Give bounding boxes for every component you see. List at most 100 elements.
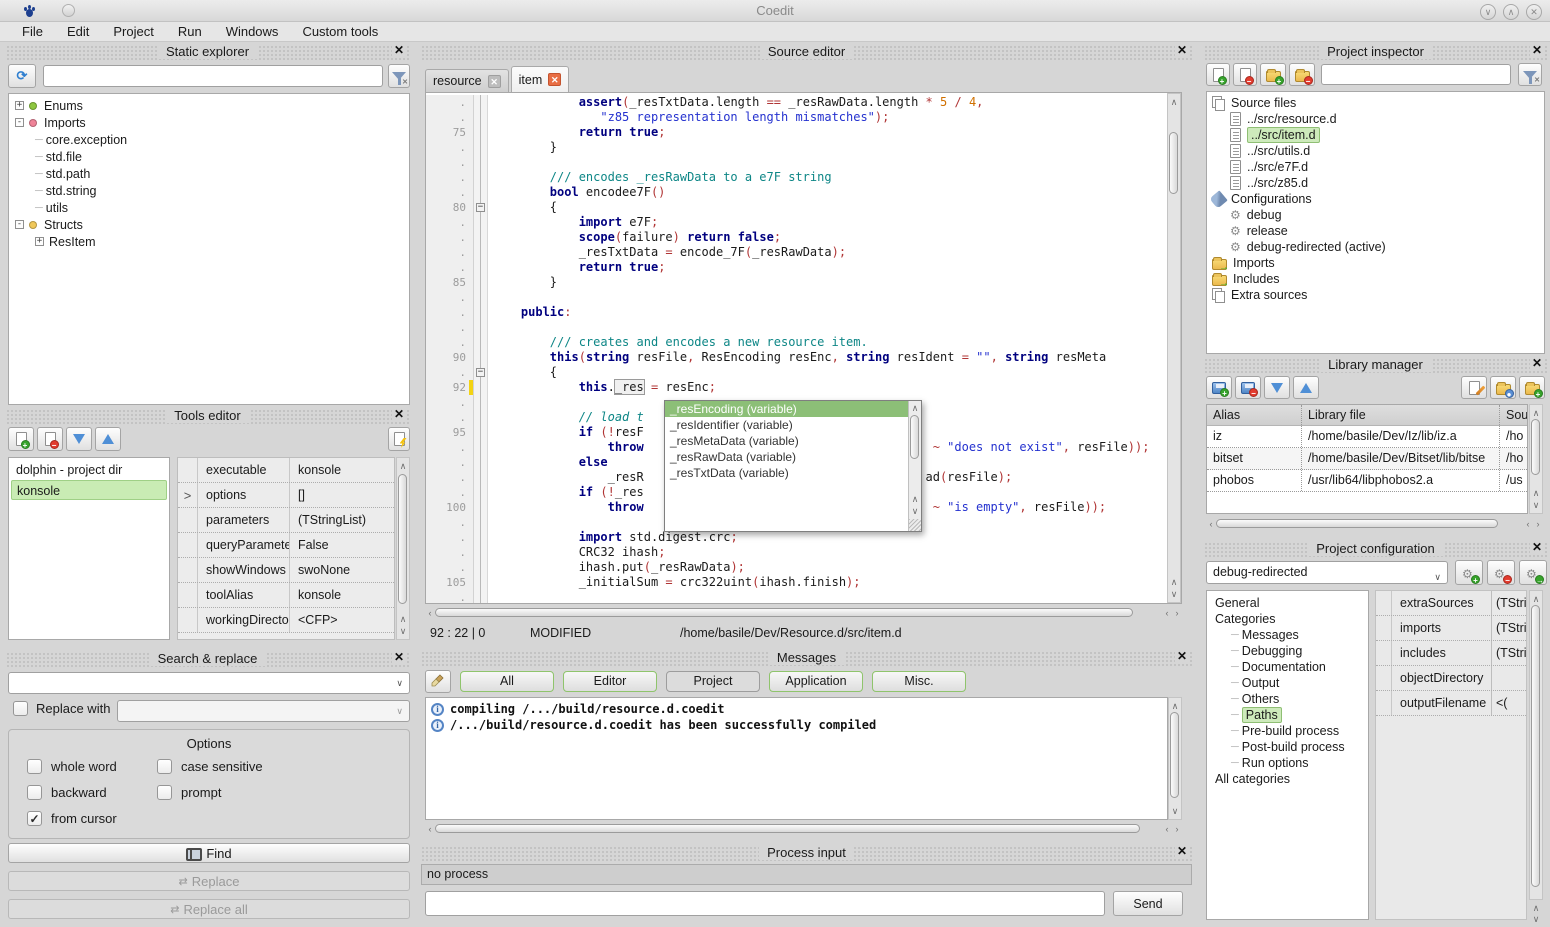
configuration-scroll-down[interactable]: ∨ [1529, 913, 1543, 925]
search-term-combo[interactable]: ∨ [8, 672, 410, 694]
project-tree-item[interactable]: ⚙debug [1207, 207, 1544, 223]
filter-button-project[interactable]: Project [666, 671, 760, 692]
close-panel-icon[interactable]: ✕ [1175, 43, 1189, 58]
replace-term-combo[interactable]: ∨ [117, 700, 410, 722]
code-line[interactable]: 80− { [426, 200, 1181, 215]
filter-button-editor[interactable]: Editor [563, 671, 657, 692]
menu-run[interactable]: Run [166, 22, 214, 42]
tool-property-row[interactable]: toolAliaskonsole [178, 583, 394, 608]
project-tree-item[interactable]: ../src/item.d [1207, 127, 1544, 143]
category-tree-item[interactable]: ─Debugging [1207, 643, 1368, 659]
column-header[interactable]: Sources [1500, 405, 1528, 425]
property-value[interactable]: (TStringList) [1492, 591, 1526, 615]
completion-item[interactable]: _resRawData (variable) [665, 449, 908, 465]
tool-property-row[interactable]: parameters(TStringList) [178, 508, 394, 533]
menu-project[interactable]: Project [101, 22, 165, 42]
property-expander[interactable]: > [178, 483, 198, 507]
option-case-sensitive[interactable]: case sensitive [157, 759, 263, 774]
code-line[interactable]: . [426, 590, 1181, 604]
property-value[interactable]: False [290, 533, 394, 557]
close-tab-icon[interactable]: ✕ [548, 73, 561, 86]
completion-item[interactable]: _resIdentifier (variable) [665, 417, 908, 433]
filter-button-all[interactable]: All [460, 671, 554, 692]
project-tree-item[interactable]: Source files [1207, 95, 1544, 111]
checkbox-unchecked[interactable] [27, 785, 42, 800]
code-line[interactable]: 75 return true; [426, 125, 1181, 140]
tree-item[interactable]: ─std.string [9, 182, 409, 199]
remove-source-button[interactable]: − [1233, 63, 1257, 86]
close-button[interactable]: ✕ [1526, 4, 1542, 20]
property-value[interactable]: [] [290, 483, 394, 507]
add-tool-button[interactable]: + [8, 427, 34, 451]
project-tree-item[interactable]: Extra sources [1207, 287, 1544, 303]
tools-grid-scrollbar[interactable]: ∧ ∧ ∨ [396, 457, 410, 640]
close-panel-icon[interactable]: ✕ [392, 43, 406, 58]
code-line[interactable]: . return true; [426, 260, 1181, 275]
refresh-button[interactable]: ⟳ [8, 64, 36, 88]
property-value[interactable]: (TStringList) [290, 508, 394, 532]
minimize-button[interactable]: ∨ [1480, 4, 1496, 20]
filter-button-application[interactable]: Application [769, 671, 863, 692]
process-input-field[interactable] [425, 891, 1105, 916]
code-line[interactable]: . /// encodes _resRawData to a e7F strin… [426, 170, 1181, 185]
project-tree-item[interactable]: →Imports [1207, 255, 1544, 271]
library-from-project-button[interactable]: ● [1490, 376, 1516, 399]
find-button[interactable]: Find [8, 843, 410, 863]
messages-vscrollbar[interactable]: ∧ ∨ [1168, 697, 1182, 820]
message-row[interactable]: icompiling /.../build/resource.d.coedit [426, 701, 1167, 717]
add-source-button[interactable]: + [1206, 63, 1230, 86]
fold-collapse-icon[interactable]: − [476, 368, 485, 377]
property-value[interactable]: (TStringList) [1492, 616, 1526, 640]
project-tree-item[interactable]: ⚙release [1207, 223, 1544, 239]
add-library-button[interactable]: + [1206, 376, 1232, 399]
tree-item[interactable]: +ResItem [9, 233, 409, 250]
code-line[interactable]: . _resTxtData = encode_7F(_resRawData); [426, 245, 1181, 260]
code-line[interactable]: 105 _initialSum = crc322uint(ihash.finis… [426, 575, 1181, 590]
code-line[interactable]: . [426, 155, 1181, 170]
category-tree-item[interactable]: ─Others [1207, 691, 1368, 707]
code-line[interactable]: . bool encodee7F() [426, 185, 1181, 200]
clear-filter-button[interactable]: ✕ [388, 64, 410, 88]
category-tree-item[interactable]: ─Documentation [1207, 659, 1368, 675]
project-tree-item[interactable]: ⚙debug-redirected (active) [1207, 239, 1544, 255]
tool-property-row[interactable]: executablekonsole [178, 458, 394, 483]
close-panel-icon[interactable]: ✕ [392, 650, 406, 665]
code-area[interactable]: . assert(_resTxtData.length == _resRawDa… [425, 92, 1182, 604]
category-tree-item[interactable]: ─Output [1207, 675, 1368, 691]
menu-windows[interactable]: Windows [214, 22, 291, 42]
category-tree-item[interactable]: ─Post-build process [1207, 739, 1368, 755]
close-panel-icon[interactable]: ✕ [392, 407, 406, 422]
remove-tool-button[interactable]: − [37, 427, 63, 451]
tree-item[interactable]: -Structs [9, 216, 409, 233]
project-tree-item[interactable]: ../src/utils.d [1207, 143, 1544, 159]
code-line[interactable]: . public: [426, 305, 1181, 320]
tool-property-row[interactable]: >options[] [178, 483, 394, 508]
close-panel-icon[interactable]: ✕ [1530, 540, 1544, 555]
editor-vscrollbar[interactable]: ∧ ∧ ∨ [1167, 93, 1181, 603]
code-line[interactable]: . } [426, 140, 1181, 155]
edit-library-button[interactable] [1461, 376, 1487, 399]
replace-all-button[interactable]: ⇄Replace all [8, 899, 410, 919]
column-header[interactable]: Alias [1207, 405, 1302, 425]
tree-item[interactable]: -Imports [9, 114, 409, 131]
remove-folder-button[interactable]: − [1289, 63, 1315, 86]
category-tree-item[interactable]: Categories [1207, 611, 1368, 627]
category-tree-item[interactable]: All categories [1207, 771, 1368, 787]
clone-configuration-button[interactable]: ⚙→ [1519, 560, 1547, 585]
tool-property-row[interactable]: queryParametersFalse [178, 533, 394, 558]
move-tool-down-button[interactable] [66, 427, 92, 451]
open-library-folder-button[interactable]: + [1519, 376, 1545, 399]
code-line[interactable]: . [426, 320, 1181, 335]
library-hscrollbar[interactable]: ‹ ‹› [1206, 517, 1543, 530]
configuration-property-row[interactable]: extraSources(TStringList) [1376, 591, 1526, 616]
code-line[interactable]: . import e7F; [426, 215, 1181, 230]
code-line[interactable]: 90 this(string resFile, ResEncoding resE… [426, 350, 1181, 365]
project-tree-item[interactable]: Configurations [1207, 191, 1544, 207]
category-tree-item[interactable]: General [1207, 595, 1368, 611]
configuration-property-row[interactable]: imports(TStringList) [1376, 616, 1526, 641]
menu-custom-tools[interactable]: Custom tools [290, 22, 390, 42]
messages-hscrollbar[interactable]: ‹ ‹› [425, 822, 1182, 835]
close-tab-icon[interactable]: ✕ [488, 75, 501, 88]
category-tree-item[interactable]: ─Messages [1207, 627, 1368, 643]
option-whole-word[interactable]: whole word [27, 759, 117, 774]
